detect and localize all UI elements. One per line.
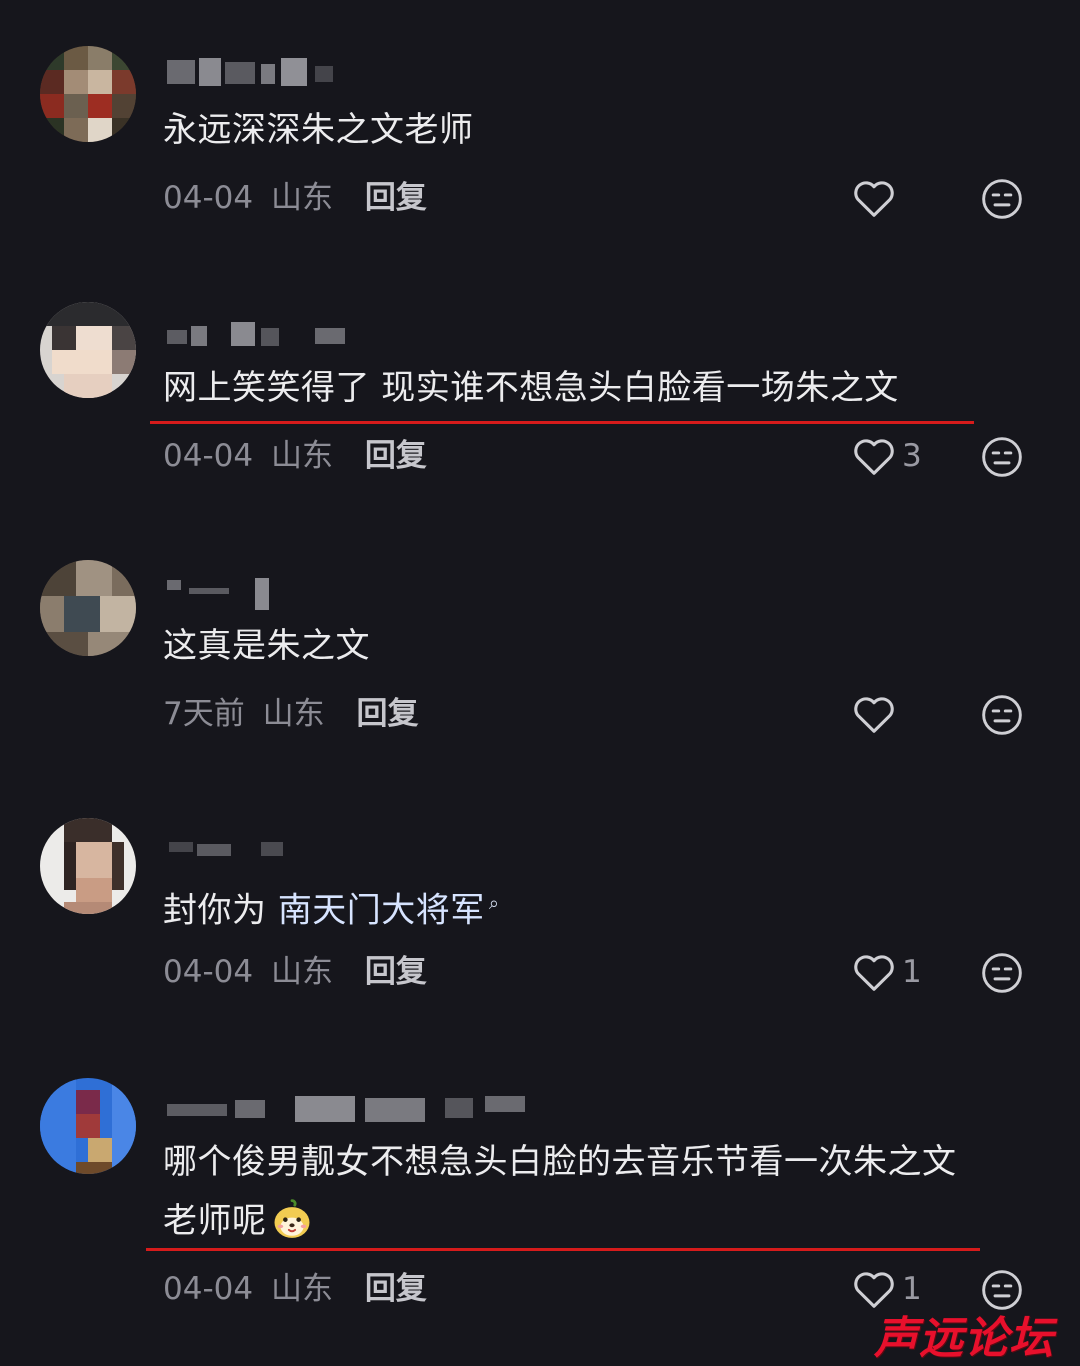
username-pixelated[interactable] [165, 574, 545, 614]
like-count: 3 [902, 438, 922, 474]
highlight-underline [150, 421, 974, 424]
reaction-button[interactable] [980, 435, 1024, 479]
reaction-button[interactable] [980, 177, 1024, 221]
comment-location: 山东 [270, 954, 333, 990]
heart-outline-icon [854, 439, 894, 475]
comment-location: 山东 [270, 180, 333, 216]
neutral-face-icon [982, 953, 1022, 993]
reply-button[interactable]: 回复 [365, 954, 427, 990]
username-pixelated[interactable] [165, 1090, 545, 1130]
avatar[interactable] [40, 1078, 136, 1174]
comment-text-prefix: 封你为 [163, 890, 278, 931]
username-pixelated[interactable] [165, 832, 545, 872]
like-button[interactable] [852, 176, 902, 220]
comment-meta: 04-04 山东 回复 [163, 952, 427, 992]
reaction-button[interactable] [980, 951, 1024, 995]
avatar[interactable] [40, 302, 136, 398]
reaction-button[interactable] [980, 693, 1024, 737]
avatar[interactable] [40, 46, 136, 142]
username-pixelated[interactable] [165, 316, 545, 356]
comment-text: 网上笑笑得了 现实谁不想急头白脸看一场朱之文 [163, 368, 899, 408]
comment-text: 这真是朱之文 [163, 626, 370, 666]
comment-location: 山东 [262, 696, 325, 732]
heart-outline-icon [854, 955, 894, 991]
like-count: 1 [902, 954, 922, 990]
comment-text-line: 老师呢 [163, 1198, 313, 1243]
comment-meta: 04-04 山东 回复 [163, 1269, 427, 1309]
comment-text: 永远深深朱之文老师 [163, 110, 474, 150]
highlight-underline [146, 1248, 980, 1251]
heart-outline-icon [854, 697, 894, 733]
dog-face-emoji [271, 1198, 313, 1240]
avatar[interactable] [40, 560, 136, 656]
comment-text-line: 哪个俊男靓女不想急头白脸的去音乐节看一次朱之文 [163, 1142, 957, 1182]
comment-text: 封你为 南天门大将军 ⌕ [163, 882, 499, 932]
like-button[interactable]: 1 [852, 950, 922, 994]
username-pixelated[interactable] [165, 54, 545, 94]
reply-button[interactable]: 回复 [365, 180, 427, 216]
heart-outline-icon [854, 181, 894, 217]
comment-meta: 04-04 山东 回复 [163, 178, 427, 218]
like-button[interactable] [852, 692, 902, 736]
site-watermark: 声远论坛 [874, 1313, 1054, 1364]
neutral-face-icon [982, 437, 1022, 477]
comment-location: 山东 [270, 438, 333, 474]
comment-date: 04-04 [163, 438, 254, 474]
avatar[interactable] [40, 818, 136, 914]
neutral-face-icon [982, 695, 1022, 735]
like-button[interactable]: 3 [852, 434, 922, 478]
comment-date: 04-04 [163, 954, 254, 990]
reply-button[interactable]: 回复 [365, 438, 427, 474]
reply-button[interactable]: 回复 [356, 696, 418, 732]
comment-date: 7天前 [163, 696, 245, 732]
reply-button[interactable]: 回复 [365, 1271, 427, 1307]
comment-meta: 7天前 山东 回复 [163, 694, 418, 734]
comment-date: 04-04 [163, 1271, 254, 1307]
search-link[interactable]: 南天门大将军 [278, 890, 485, 930]
neutral-face-icon [982, 179, 1022, 219]
comment-location: 山东 [270, 1271, 333, 1307]
comment-text-line2: 老师呢 [163, 1201, 267, 1241]
search-icon[interactable]: ⌕ [489, 893, 500, 914]
comment-meta: 04-04 山东 回复 [163, 436, 427, 476]
comment-date: 04-04 [163, 180, 254, 216]
